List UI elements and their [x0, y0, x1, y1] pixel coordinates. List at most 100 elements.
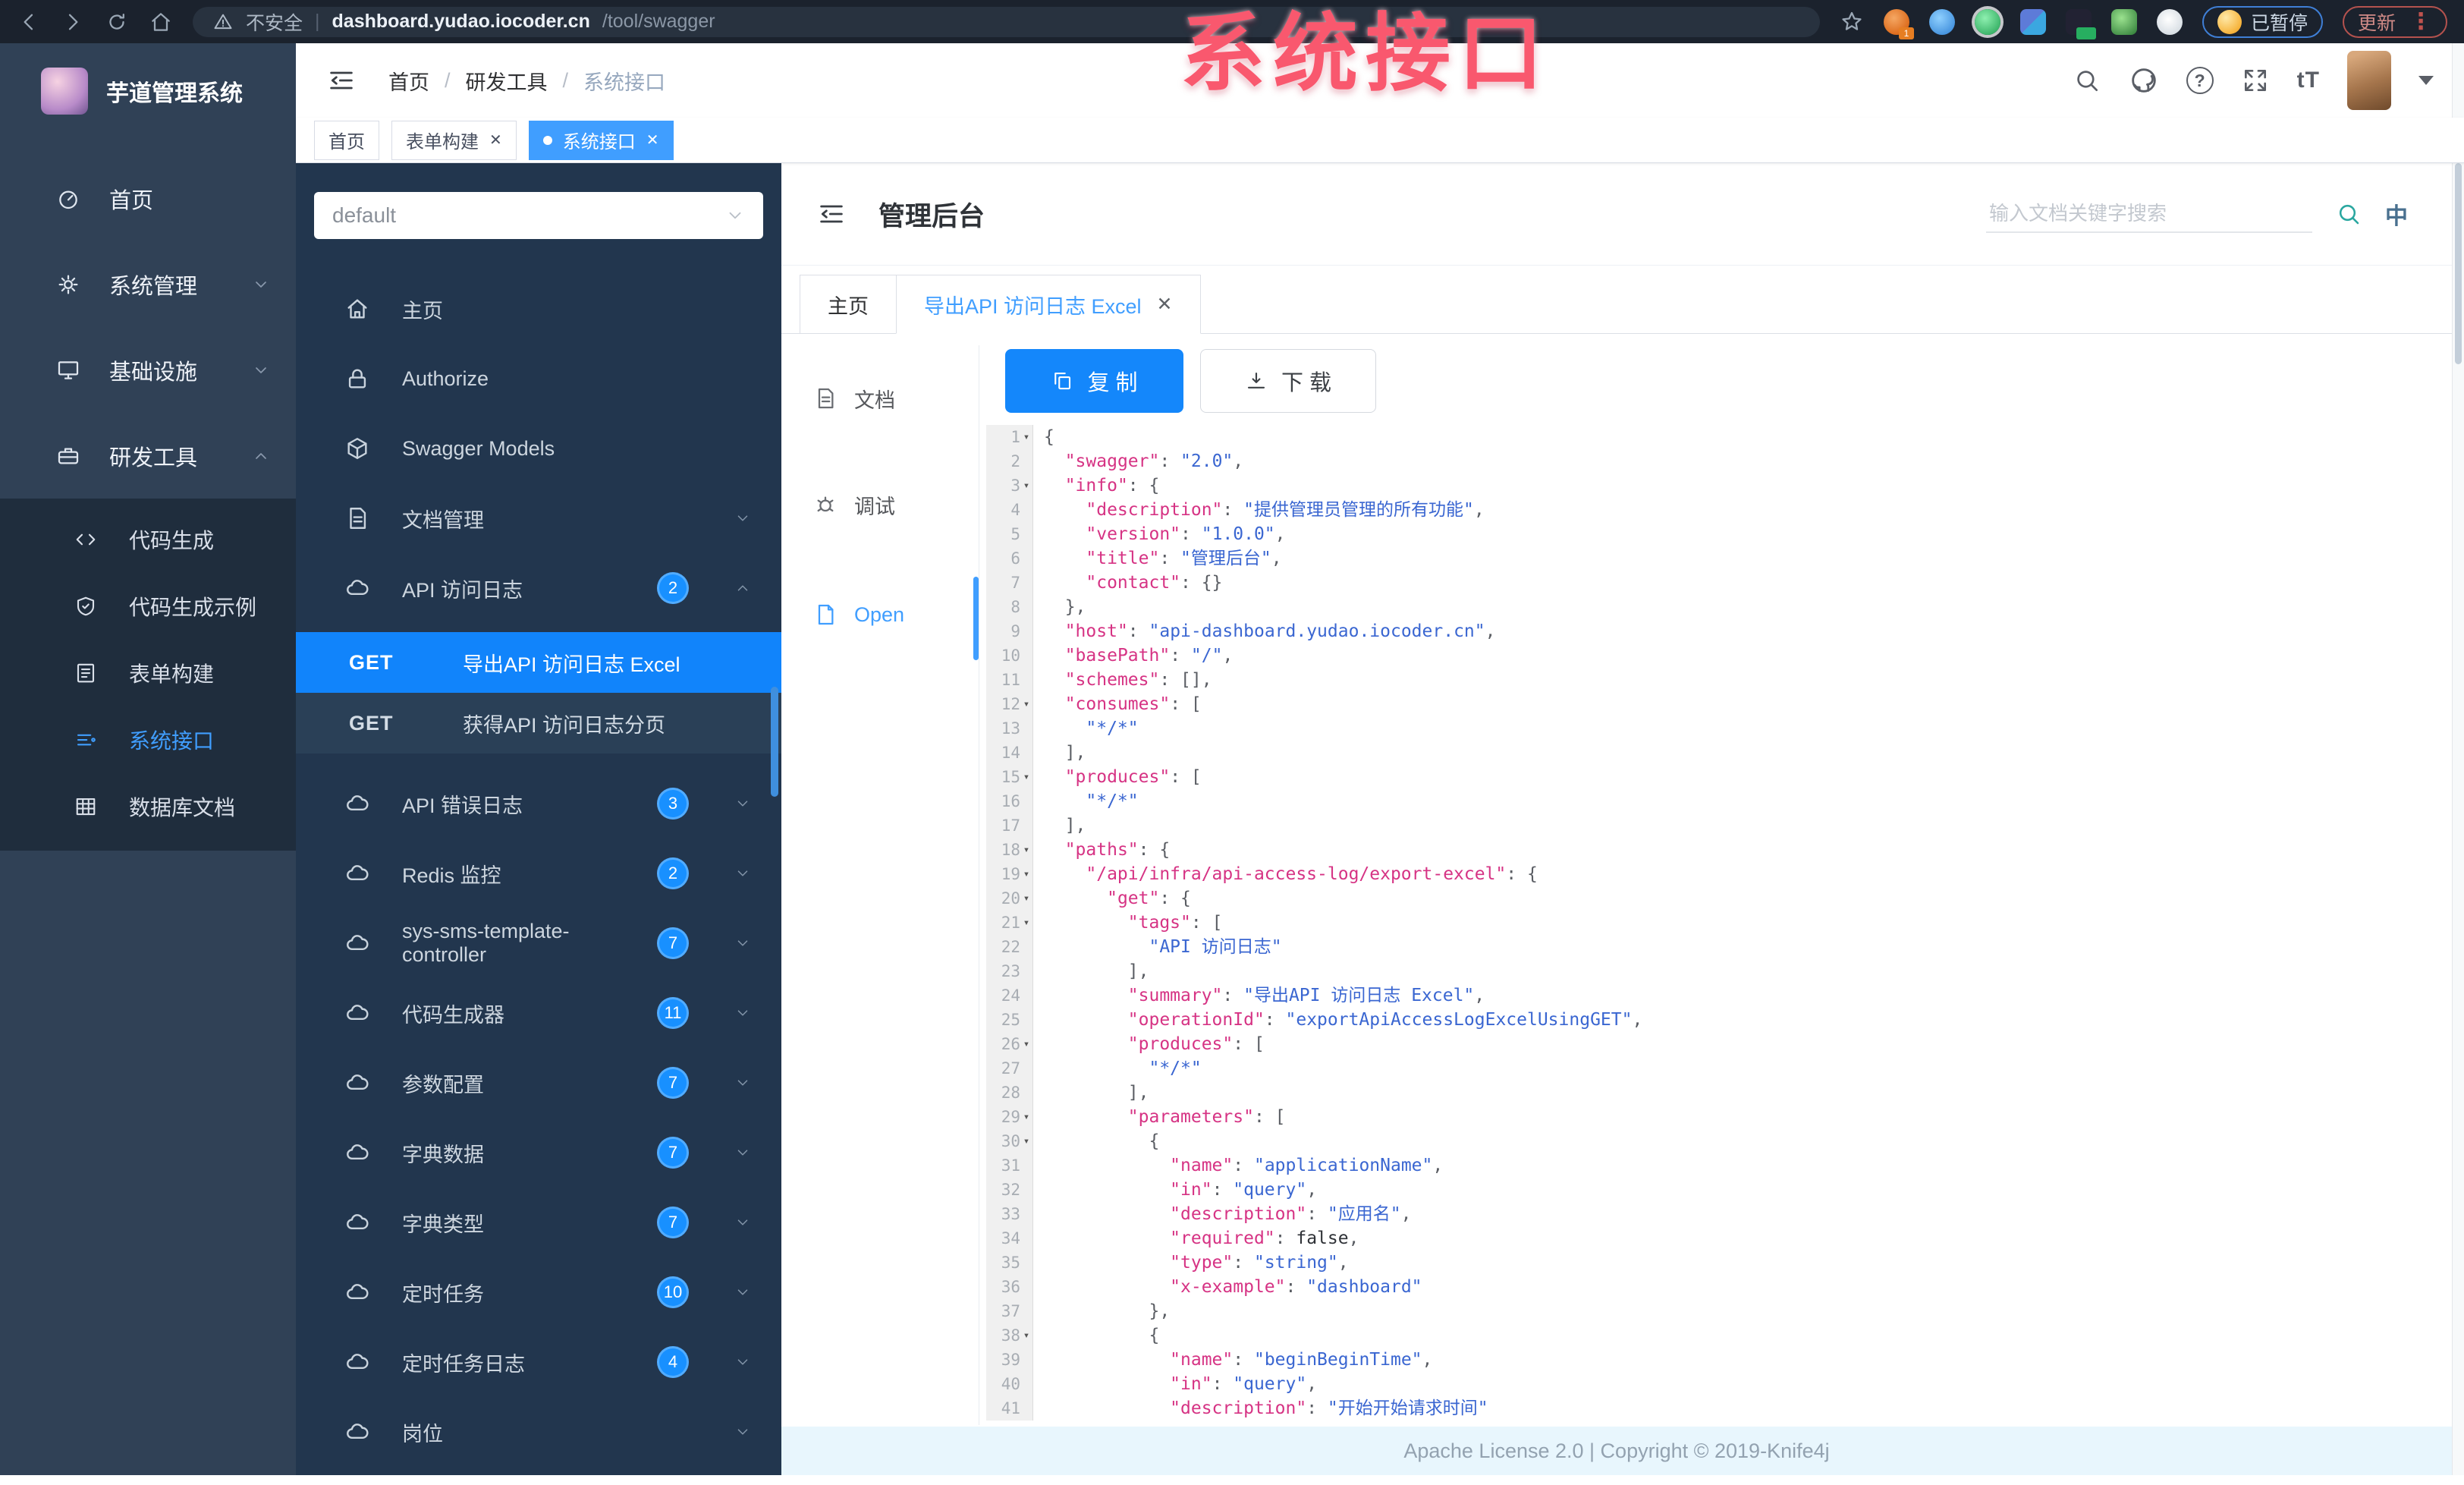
line-number[interactable]: 7 [986, 571, 1033, 595]
line-number[interactable]: 17 [986, 813, 1033, 838]
line-number[interactable]: 20▾ [986, 886, 1033, 911]
swagger-group-1[interactable]: Redis 监控 2 [296, 838, 781, 908]
extension-icon-6[interactable] [2111, 9, 2137, 35]
operation-0[interactable]: GET 导出API 访问日志 Excel [296, 632, 781, 693]
line-number[interactable]: 41 [986, 1396, 1033, 1421]
line-number[interactable]: 22 [986, 935, 1033, 959]
line-number[interactable]: 12▾ [986, 692, 1033, 716]
line-number[interactable]: 30▾ [986, 1129, 1033, 1153]
sidebar-item-3[interactable]: 研发工具 [0, 413, 296, 499]
swagger-item-0[interactable]: 主页 [296, 274, 781, 344]
copy-button[interactable]: 复 制 [1005, 349, 1183, 413]
line-number[interactable]: 24 [986, 983, 1033, 1008]
url-path[interactable]: /tool/swagger [602, 11, 715, 33]
side-tab-2[interactable]: Open [813, 593, 904, 636]
forward-icon[interactable] [61, 10, 85, 34]
user-avatar[interactable] [2347, 51, 2391, 110]
line-number[interactable]: 19▾ [986, 862, 1033, 886]
swagger-group-2[interactable]: sys-sms-template-controller 7 [296, 908, 781, 978]
tag-tab-2[interactable]: 系统接口 ✕ [529, 121, 674, 160]
close-icon[interactable]: ✕ [1157, 293, 1173, 316]
swagger-item-1[interactable]: Authorize [296, 344, 781, 414]
sidebar-item-2[interactable]: 基础设施 [0, 327, 296, 413]
group-select[interactable]: default [314, 192, 763, 239]
line-number[interactable]: 36 [986, 1275, 1033, 1299]
line-number[interactable]: 33 [986, 1202, 1033, 1226]
swagger-group-7[interactable]: 定时任务 10 [296, 1257, 781, 1327]
collapse-icon[interactable] [816, 199, 847, 229]
address-bar[interactable]: 不安全 | dashboard.yudao.iocoder.cn /tool/s… [193, 7, 1820, 37]
line-number[interactable]: 28 [986, 1081, 1033, 1105]
swagger-group-4[interactable]: 参数配置 7 [296, 1048, 781, 1118]
swagger-item-2[interactable]: Swagger Models [296, 414, 781, 483]
fullscreen-icon[interactable] [2241, 66, 2270, 95]
back-icon[interactable] [17, 10, 41, 34]
doc-search-input[interactable] [1986, 196, 2312, 233]
swagger-item-4[interactable]: API 访问日志 2 [296, 553, 781, 623]
breadcrumb-item[interactable]: 首页 [388, 66, 429, 96]
code-editor[interactable]: 1▾ { 2 "swagger": "2.0", 3▾ "info": { 4 … [986, 425, 2438, 1425]
line-number[interactable]: 10 [986, 643, 1033, 668]
language-icon[interactable]: 中 [2385, 197, 2408, 231]
tag-tab-1[interactable]: 表单构建 ✕ [391, 121, 517, 160]
sidebar-item-0[interactable]: 首页 [0, 156, 296, 241]
search-icon[interactable] [2335, 200, 2362, 228]
menu-fold-icon[interactable] [326, 65, 357, 96]
line-number[interactable]: 26▾ [986, 1032, 1033, 1056]
side-tab-0[interactable]: 文档 [813, 377, 895, 420]
download-button[interactable]: 下 载 [1200, 349, 1376, 413]
window-scrollbar-thumb[interactable] [2455, 163, 2462, 364]
extension-icon-2[interactable] [1929, 9, 1955, 35]
browser-menu-icon[interactable]: ⋮ [2409, 8, 2432, 35]
extension-icon-7[interactable] [2157, 9, 2183, 35]
extension-icon-4[interactable] [2020, 9, 2046, 35]
line-number[interactable]: 25 [986, 1008, 1033, 1032]
sidebar-subitem-2[interactable]: 表单构建 [0, 640, 296, 706]
sidebar-scrollbar[interactable] [771, 163, 778, 1475]
line-number[interactable]: 1▾ [986, 425, 1033, 449]
sidebar-subitem-3[interactable]: 系统接口 [0, 706, 296, 773]
line-number[interactable]: 27 [986, 1056, 1033, 1081]
line-number[interactable]: 38▾ [986, 1323, 1033, 1348]
line-number[interactable]: 34 [986, 1226, 1033, 1251]
line-number[interactable]: 15▾ [986, 765, 1033, 789]
line-number[interactable]: 29▾ [986, 1105, 1033, 1129]
swagger-group-3[interactable]: 代码生成器 11 [296, 978, 781, 1048]
line-number[interactable]: 11 [986, 668, 1033, 692]
close-icon[interactable]: ✕ [489, 131, 502, 149]
doc-tab-0[interactable]: 主页 [800, 275, 897, 334]
extension-icon-5[interactable] [2066, 9, 2092, 35]
extension-icon-1[interactable]: 1 [1884, 9, 1909, 35]
security-label[interactable]: 不安全 [246, 8, 303, 36]
update-button[interactable]: 更新 ⋮ [2343, 6, 2447, 38]
line-number[interactable]: 35 [986, 1251, 1033, 1275]
side-tab-1[interactable]: 调试 [813, 483, 895, 526]
operation-1[interactable]: GET 获得API 访问日志分页 [296, 693, 781, 754]
line-number[interactable]: 2 [986, 449, 1033, 474]
swagger-group-6[interactable]: 字典类型 7 [296, 1188, 781, 1257]
chevron-down-icon[interactable] [2418, 76, 2434, 85]
github-icon[interactable] [2129, 65, 2159, 96]
extension-icon-3[interactable] [1975, 9, 2000, 35]
line-number[interactable]: 13 [986, 716, 1033, 741]
swagger-group-8[interactable]: 定时任务日志 4 [296, 1327, 781, 1397]
line-number[interactable]: 32 [986, 1178, 1033, 1202]
search-icon[interactable] [2073, 66, 2101, 95]
doc-tab-1[interactable]: 导出API 访问日志 Excel ✕ [896, 275, 1201, 334]
app-logo[interactable]: 芋道管理系统 [0, 43, 296, 122]
sidebar-subitem-4[interactable]: 数据库文档 [0, 773, 296, 840]
swagger-group-5[interactable]: 字典数据 7 [296, 1118, 781, 1188]
home-icon[interactable] [149, 10, 173, 34]
window-scrollbar[interactable] [2452, 43, 2464, 1485]
line-number[interactable]: 9 [986, 619, 1033, 643]
sidebar-subitem-1[interactable]: 代码生成示例 [0, 573, 296, 640]
line-number[interactable]: 4 [986, 498, 1033, 522]
reload-icon[interactable] [105, 10, 129, 34]
paused-button[interactable]: 已暂停 [2202, 6, 2323, 38]
line-number[interactable]: 14 [986, 741, 1033, 765]
line-number[interactable]: 37 [986, 1299, 1033, 1323]
line-number[interactable]: 40 [986, 1372, 1033, 1396]
bookmark-star-icon[interactable] [1840, 10, 1864, 34]
line-number[interactable]: 3▾ [986, 474, 1033, 498]
font-size-icon[interactable]: tT [2297, 68, 2320, 93]
